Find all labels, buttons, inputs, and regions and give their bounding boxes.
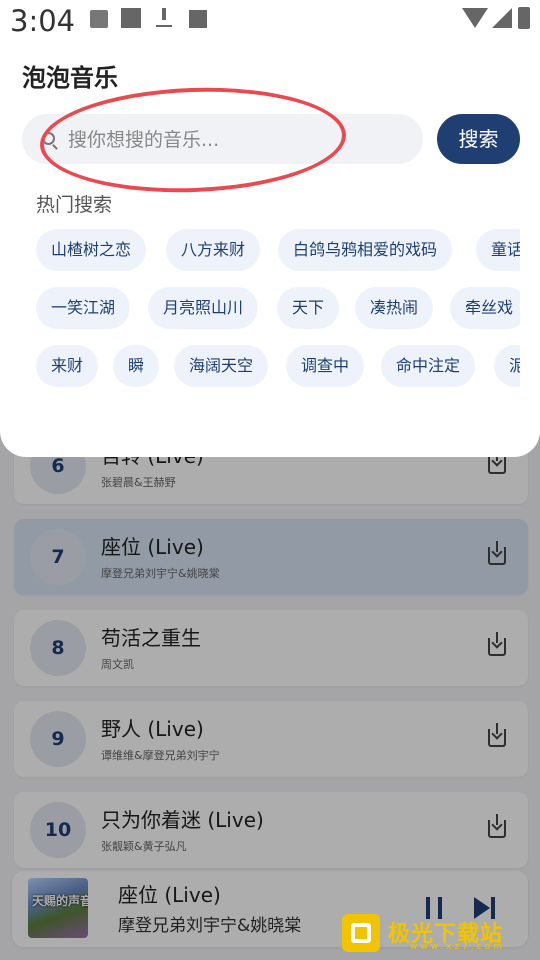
hot-tag[interactable]: 命中注定 — [381, 345, 476, 387]
hot-tag[interactable]: 调查中 — [286, 345, 365, 387]
hot-tag[interactable]: 山楂树之恋 — [36, 229, 147, 271]
hot-tag[interactable]: 牵丝戏 — [450, 287, 520, 329]
hot-tag[interactable]: 月亮照山川 — [148, 287, 259, 329]
hot-tag[interactable]: 天下 — [277, 287, 340, 329]
hot-tag[interactable]: 来财 — [36, 345, 99, 387]
hot-tag[interactable]: 童话 — [476, 229, 520, 271]
hot-tag[interactable]: 八方来财 — [166, 229, 261, 271]
watermark-url: www.xz7.com — [410, 942, 505, 952]
hot-tag[interactable]: 一笑江湖 — [36, 287, 131, 329]
hot-tag[interactable]: 瞬 — [113, 345, 160, 387]
hot-tag[interactable]: 泥 — [494, 345, 520, 387]
hot-tag[interactable]: 白鸽乌鸦相爱的戏码 — [278, 229, 453, 271]
hot-tag[interactable]: 凑热闹 — [355, 287, 434, 329]
watermark-logo-icon — [342, 914, 380, 952]
hot-tag[interactable]: 海阔天空 — [174, 345, 269, 387]
watermark: 极光下载站 www.xz7.com — [340, 912, 540, 956]
search-sheet: 3:04 泡泡音乐 搜索 热门搜索 山楂树之恋 八方来财 白鸽乌鸦相爱的戏码 童… — [0, 0, 540, 457]
hot-tags: 山楂树之恋 八方来财 白鸽乌鸦相爱的戏码 童话 一笑江湖 月亮照山川 天下 凑热… — [0, 0, 520, 457]
